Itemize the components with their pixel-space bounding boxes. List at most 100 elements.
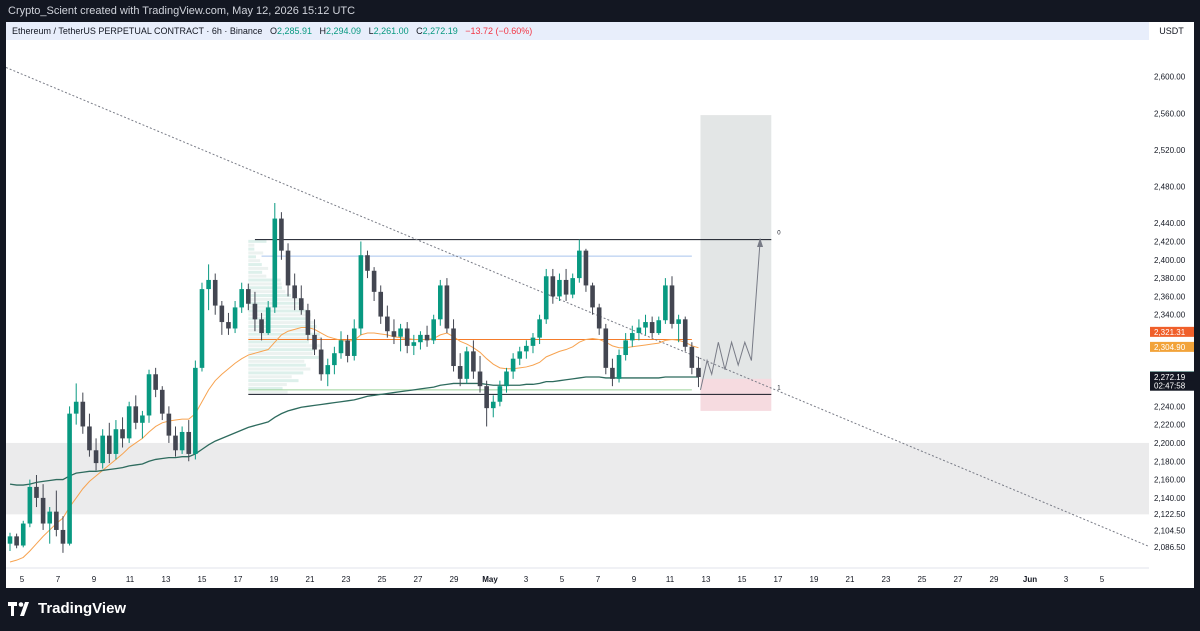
candle-body	[471, 351, 476, 371]
candle-body	[259, 319, 264, 333]
candle-body	[140, 415, 145, 422]
candle-body	[81, 402, 86, 427]
x-tick-label: 21	[306, 575, 315, 584]
candle-body	[597, 307, 602, 328]
price-tag-label: 02:47:58	[1154, 382, 1186, 391]
x-tick-label: 29	[990, 575, 999, 584]
candle-body	[398, 328, 403, 336]
candle-body	[206, 280, 211, 289]
price-tag-label: 2,272.19	[1154, 373, 1186, 382]
candle-body	[656, 320, 661, 333]
y-tick-label: 2,086.50	[1154, 543, 1186, 552]
y-tick-label: 2,400.00	[1154, 256, 1186, 265]
y-tick-label: 2,560.00	[1154, 109, 1186, 118]
volume-profile-bar	[248, 379, 298, 382]
candle-body	[405, 328, 410, 345]
candle-body	[438, 285, 443, 319]
candle-body	[114, 429, 119, 454]
candle-body	[676, 319, 681, 324]
candle-body	[352, 328, 357, 355]
candle-body	[186, 432, 191, 454]
candle-body	[127, 406, 132, 438]
target-zone	[700, 115, 771, 394]
candle-body	[332, 353, 337, 365]
candle-body	[67, 414, 72, 544]
candle-body	[590, 285, 595, 307]
volume-profile-bar	[248, 317, 310, 320]
candle-body	[431, 319, 436, 340]
candle-body	[286, 251, 291, 286]
candle-body	[253, 304, 258, 320]
candle-body	[564, 280, 569, 295]
x-tick-label: 17	[234, 575, 243, 584]
candle-body	[14, 536, 19, 545]
candle-body	[246, 289, 251, 304]
x-tick-label: 29	[450, 575, 459, 584]
candle-body	[359, 255, 364, 328]
candle-body	[87, 426, 92, 450]
volume-profile-bar	[248, 371, 303, 374]
volume-profile-bar	[248, 271, 262, 274]
volume-profile-bar	[248, 375, 291, 378]
x-tick-label: 23	[882, 575, 891, 584]
candle-body	[312, 335, 317, 350]
x-tick-label: 5	[20, 575, 25, 584]
tradingview-wordmark: TradingView	[38, 600, 126, 617]
tradingview-logo[interactable]: TradingView	[8, 600, 126, 617]
volume-profile-bar	[248, 356, 319, 359]
candle-body	[412, 342, 417, 346]
chart-area[interactable]: 0 1 2,600.00 2,560.00 2,520.00 2,480.00 2,440.…	[6, 22, 1194, 588]
y-tick-label: 2,480.00	[1154, 183, 1186, 192]
candle-body	[630, 333, 635, 340]
x-tick-label: 3	[524, 575, 529, 584]
candle-body	[484, 386, 489, 408]
x-tick-label: 27	[954, 575, 963, 584]
candle-body	[544, 276, 549, 319]
candle-body	[61, 530, 66, 544]
candle-body	[637, 328, 642, 333]
volume-profile-bar	[248, 248, 254, 251]
y-tick-label: 2,160.00	[1154, 476, 1186, 485]
x-tick-label: 9	[632, 575, 637, 584]
y-tick-label: 2,340.00	[1154, 311, 1186, 320]
candle-body	[47, 512, 52, 524]
candle-body	[491, 402, 496, 408]
candle-body	[273, 219, 278, 308]
candle-body	[425, 335, 430, 340]
attribution-bar: Crypto_Scient created with TradingView.c…	[0, 0, 1200, 22]
volume-profile-bar	[248, 321, 314, 324]
volume-profile-bar	[248, 251, 263, 254]
volume-profile-bar	[248, 263, 261, 266]
y-tick-label: 2,520.00	[1154, 146, 1186, 155]
candle-body	[551, 276, 556, 296]
candle-body	[690, 347, 695, 368]
x-tick-label: 9	[92, 575, 97, 584]
candle-body	[683, 319, 688, 346]
candle-body	[34, 487, 39, 498]
volume-profile-bar	[248, 360, 304, 363]
price-chart[interactable]: 0 1 2,600.00 2,560.00 2,520.00 2,480.00 2,440.…	[6, 22, 1194, 588]
x-tick-label: May	[482, 575, 498, 584]
x-tick-label: 7	[56, 575, 61, 584]
y-tick-label: 2,220.00	[1154, 421, 1186, 430]
volume-profile-bar	[248, 368, 310, 371]
candle-body	[458, 366, 463, 379]
candle-body	[650, 322, 655, 333]
candle-body	[160, 390, 165, 414]
candle-body	[41, 498, 46, 524]
candle-body	[385, 317, 390, 332]
x-tick-label: 25	[918, 575, 927, 584]
y-tick-label: 2,380.00	[1154, 274, 1186, 283]
x-tick-label: 19	[810, 575, 819, 584]
candle-body	[451, 328, 456, 366]
price-tag-label: 2,321.31	[1154, 328, 1186, 337]
high-value: 2,294.09	[326, 26, 361, 36]
y-tick-label: 2,420.00	[1154, 237, 1186, 246]
currency-label[interactable]: USDT	[1149, 22, 1194, 40]
candle-body	[306, 310, 311, 335]
volume-profile-bar	[248, 275, 266, 278]
candle-body	[226, 322, 231, 328]
volume-profile-bar	[248, 344, 321, 347]
y-tick-label: 2,180.00	[1154, 457, 1186, 466]
y-tick-label: 2,104.50	[1154, 526, 1186, 535]
